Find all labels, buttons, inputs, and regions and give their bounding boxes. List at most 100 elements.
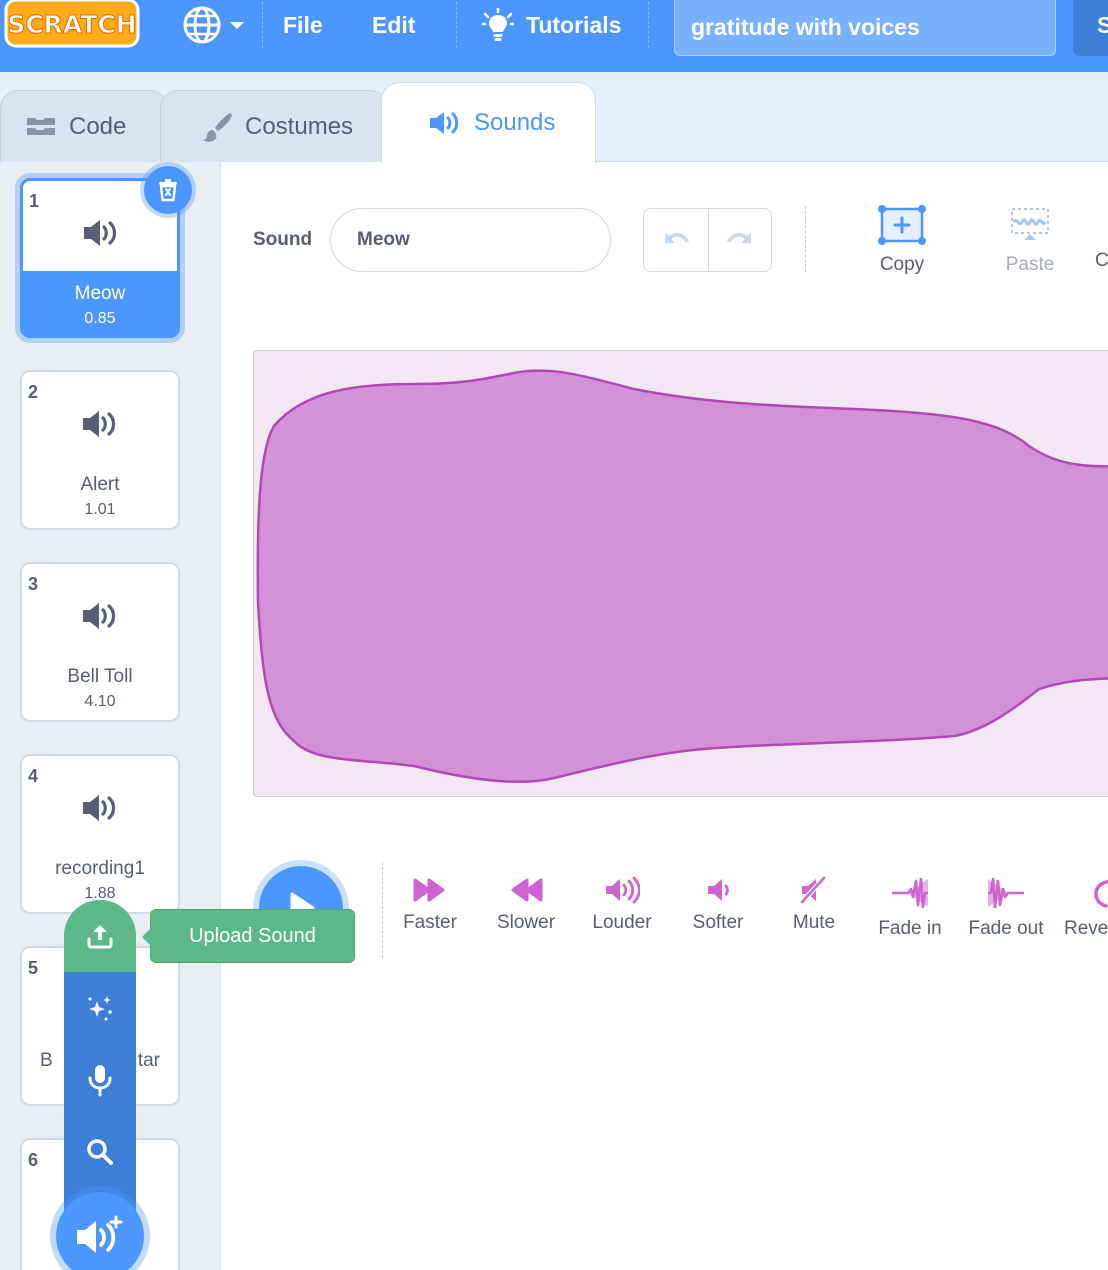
sound-number: 5 bbox=[28, 958, 39, 978]
add-sound-menu bbox=[64, 900, 136, 1220]
sound-number: 4 bbox=[28, 766, 39, 786]
slower-icon bbox=[511, 878, 543, 902]
paste-button[interactable]: Paste bbox=[985, 204, 1075, 276]
globe-icon bbox=[183, 6, 221, 44]
tab-costumes[interactable]: Costumes bbox=[160, 90, 388, 162]
copy-icon bbox=[878, 205, 926, 245]
tab-sounds-label: Sounds bbox=[474, 109, 556, 136]
reverse-icon bbox=[1094, 880, 1108, 908]
scratch-logo[interactable]: SCRATCH bbox=[4, 0, 140, 48]
choose-sound-button[interactable] bbox=[64, 1116, 136, 1188]
undo-icon bbox=[664, 232, 689, 243]
tab-code[interactable]: Code bbox=[0, 90, 168, 162]
sound-name: recording1 bbox=[55, 858, 145, 879]
speaker-icon bbox=[83, 603, 116, 629]
delete-sound-button[interactable] bbox=[140, 162, 196, 218]
toolbar-divider bbox=[805, 206, 806, 272]
code-blocks-icon bbox=[27, 117, 55, 135]
tutorials-label: Tutorials bbox=[526, 11, 622, 38]
sound-name-label: Sound bbox=[253, 229, 313, 250]
project-title-input[interactable]: gratitude with voices bbox=[674, 0, 1056, 56]
upload-sound-button[interactable] bbox=[64, 900, 136, 972]
effect-fade-in-button[interactable]: Fade in bbox=[862, 876, 958, 940]
paste-label: Paste bbox=[1005, 254, 1055, 275]
search-icon bbox=[87, 1139, 113, 1165]
effect-label: Fade in bbox=[878, 918, 942, 939]
menu-divider bbox=[648, 2, 649, 48]
louder-icon bbox=[606, 876, 640, 904]
sound-name: Bell Toll bbox=[67, 666, 133, 687]
sound-duration: 4.10 bbox=[84, 693, 116, 710]
menu-bar: SCRATCH File Edit Tutorials gratitude wi… bbox=[0, 0, 1108, 72]
tutorials-button[interactable]: Tutorials bbox=[482, 0, 621, 50]
faster-icon bbox=[413, 878, 445, 902]
effect-label: Fade out bbox=[968, 918, 1044, 939]
effect-label: Slower bbox=[496, 912, 556, 933]
undo-redo-group bbox=[643, 208, 772, 272]
sound-name: Alert bbox=[80, 474, 120, 495]
record-sound-button[interactable] bbox=[64, 1044, 136, 1116]
sound-name: Meow bbox=[74, 283, 126, 304]
effect-label: Louder bbox=[592, 912, 652, 933]
fade-in-icon bbox=[892, 877, 928, 909]
redo-button[interactable] bbox=[707, 209, 772, 271]
language-menu[interactable] bbox=[182, 0, 246, 50]
surprise-sound-button[interactable] bbox=[64, 972, 136, 1044]
sound-item-alert[interactable]: 2 Alert 1.01 bbox=[20, 370, 180, 530]
lightbulb-icon bbox=[482, 8, 514, 41]
trash-icon bbox=[159, 179, 177, 202]
fade-out-icon bbox=[988, 877, 1024, 909]
softer-icon bbox=[708, 879, 729, 901]
effect-mute-button[interactable]: Mute bbox=[766, 876, 862, 934]
paintbrush-icon bbox=[203, 112, 232, 142]
edit-menu[interactable]: Edit bbox=[372, 0, 415, 50]
sound-name-input[interactable]: Meow bbox=[330, 208, 611, 272]
surprise-icon bbox=[88, 996, 112, 1021]
effect-label: Mute bbox=[792, 912, 836, 933]
waveform bbox=[256, 369, 1108, 783]
tab-costumes-label: Costumes bbox=[245, 112, 354, 140]
logo-text: SCRATCH bbox=[7, 10, 136, 39]
copy-to-new-button[interactable]: C bbox=[1095, 250, 1108, 272]
speaker-icon bbox=[83, 411, 116, 437]
copy-button[interactable]: Copy bbox=[857, 204, 947, 276]
sound-number: 3 bbox=[28, 574, 39, 594]
sound-number: 6 bbox=[28, 1150, 39, 1170]
sound-number: 2 bbox=[28, 382, 39, 402]
sound-item-recording1[interactable]: 4 recording1 1.88 bbox=[20, 754, 180, 914]
sound-number: 1 bbox=[29, 191, 40, 211]
effect-slower-button[interactable]: Slower bbox=[478, 876, 574, 934]
effect-label: Reve bbox=[1064, 918, 1108, 939]
menu-divider bbox=[262, 2, 263, 48]
sound-duration: 1.01 bbox=[84, 501, 116, 518]
file-menu[interactable]: File bbox=[283, 0, 323, 50]
redo-icon bbox=[726, 232, 751, 243]
speaker-icon bbox=[84, 220, 117, 246]
effect-faster-button[interactable]: Faster bbox=[382, 876, 478, 934]
upload-sound-tooltip: Upload Sound bbox=[142, 909, 355, 963]
effect-label: Faster bbox=[403, 912, 457, 933]
speaker-icon bbox=[83, 795, 116, 821]
caret-down-icon bbox=[230, 22, 244, 29]
effect-label: Softer bbox=[692, 912, 744, 933]
effect-louder-button[interactable]: Louder bbox=[574, 876, 670, 934]
effect-fade-out-button[interactable]: Fade out bbox=[958, 876, 1054, 940]
copy-label: Copy bbox=[879, 254, 925, 275]
tab-sounds[interactable]: Sounds bbox=[381, 82, 596, 163]
menu-divider bbox=[456, 2, 457, 48]
waveform-container bbox=[253, 350, 1108, 797]
share-button[interactable]: S bbox=[1073, 0, 1108, 56]
editor-tabs: Code Costumes Sounds bbox=[0, 72, 1108, 163]
microphone-icon bbox=[88, 1065, 112, 1097]
effect-softer-button[interactable]: Softer bbox=[670, 876, 766, 934]
mute-icon bbox=[800, 876, 826, 904]
effect-reverse-button[interactable]: Reve bbox=[1054, 876, 1108, 940]
sound-item-bell-toll[interactable]: 3 Bell Toll 4.10 bbox=[20, 562, 180, 722]
speaker-icon bbox=[430, 112, 459, 134]
upload-icon bbox=[87, 925, 113, 949]
tab-code-label: Code bbox=[69, 112, 127, 140]
add-sound-icon bbox=[77, 1215, 123, 1253]
sound-duration: 0.85 bbox=[84, 310, 116, 327]
paste-icon bbox=[1011, 208, 1049, 240]
undo-button[interactable] bbox=[644, 209, 708, 271]
